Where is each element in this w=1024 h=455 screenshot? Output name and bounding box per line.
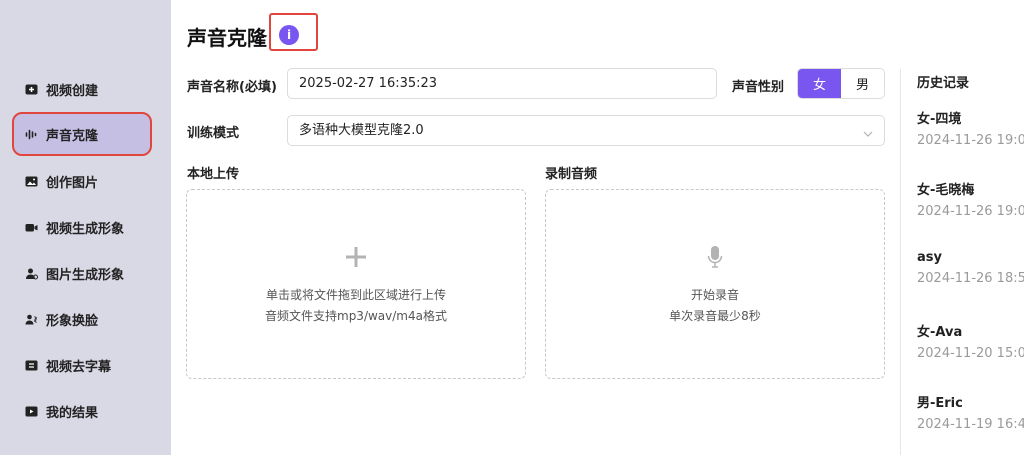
sidebar-item-label: 图片生成形象	[46, 267, 125, 283]
gender-male-button[interactable]: 男	[841, 69, 884, 98]
sidebar-item-label: 视频创建	[46, 83, 99, 99]
history-item[interactable]: 女-Ava 2024-11-20 15:06	[917, 321, 1024, 361]
sidebar-item-label: 视频生成形象	[46, 221, 125, 237]
gender-toggle: 女 男	[797, 68, 885, 99]
chevron-down-icon	[862, 125, 874, 137]
sidebar-item-video-avatar[interactable]: 视频生成形象	[14, 207, 150, 247]
face-swap-icon	[25, 313, 38, 326]
voice-name-label: 声音名称(必填)	[187, 80, 277, 95]
gender-label: 声音性别	[732, 80, 785, 95]
sidebar-item-label: 我的结果	[46, 405, 99, 421]
sidebar: 视频创建 声音克隆 创作图片 视频生成形象 图片生成形象 形象换脸 视频去字幕 …	[0, 0, 171, 455]
history-item[interactable]: 女-毛晓梅 2024-11-26 19:02	[917, 179, 1024, 219]
sidebar-item-label: 声音克隆	[46, 128, 99, 144]
sidebar-item-label: 创作图片	[46, 175, 99, 191]
image-icon	[25, 175, 38, 188]
history-item-name: 女-四境	[917, 112, 962, 127]
history-item[interactable]: 女-四境 2024-11-26 19:03	[917, 108, 1024, 148]
history-item-name: 女-Ava	[917, 325, 963, 340]
history-item-time: 2024-11-19 16:41	[917, 417, 1024, 432]
upload-label: 本地上传	[187, 167, 240, 182]
sidebar-item-voice-clone[interactable]: 声音克隆	[12, 112, 152, 156]
sidebar-item-label: 视频去字幕	[46, 359, 112, 375]
page-title: 声音克隆	[187, 26, 267, 50]
image-avatar-icon	[25, 267, 38, 280]
history-item-time: 2024-11-26 19:03	[917, 133, 1024, 148]
info-icon[interactable]: i	[279, 25, 299, 45]
training-mode-select[interactable]: 多语种大模型克隆2.0	[287, 115, 885, 146]
history-item-time: 2024-11-26 19:02	[917, 204, 1024, 219]
subtitle-remove-icon	[25, 359, 38, 372]
plus-icon	[343, 244, 369, 270]
training-mode-label: 训练模式	[187, 126, 240, 141]
training-mode-value: 多语种大模型克隆2.0	[299, 123, 424, 138]
video-avatar-icon	[25, 221, 38, 234]
sidebar-item-remove-subtitle[interactable]: 视频去字幕	[14, 345, 150, 385]
sidebar-item-create-image[interactable]: 创作图片	[14, 161, 150, 201]
upload-format-hint: 音频文件支持mp3/wav/m4a格式	[265, 309, 447, 323]
history-item-name: 男-Eric	[917, 396, 963, 411]
record-label: 录制音频	[545, 167, 598, 182]
history-item-time: 2024-11-20 15:06	[917, 346, 1024, 361]
result-icon	[25, 405, 38, 418]
sound-wave-icon	[25, 128, 38, 141]
upload-dropzone[interactable]: 单击或将文件拖到此区域进行上传 音频文件支持mp3/wav/m4a格式	[186, 189, 526, 379]
sidebar-item-face-swap[interactable]: 形象换脸	[14, 299, 150, 339]
history-panel: 历史记录 女-四境 2024-11-26 19:03 女-毛晓梅 2024-11…	[900, 69, 1024, 455]
microphone-icon	[702, 244, 728, 270]
sidebar-item-video-create[interactable]: 视频创建	[14, 69, 150, 109]
history-item-name: asy	[917, 250, 942, 265]
gender-female-button[interactable]: 女	[798, 69, 841, 98]
history-item[interactable]: asy 2024-11-26 18:59	[917, 250, 1024, 286]
history-title: 历史记录	[917, 76, 970, 91]
history-item-time: 2024-11-26 18:59	[917, 271, 1024, 286]
sidebar-item-image-avatar[interactable]: 图片生成形象	[14, 253, 150, 293]
video-add-icon	[25, 83, 38, 96]
sidebar-item-my-results[interactable]: 我的结果	[14, 391, 150, 431]
history-item-name: 女-毛晓梅	[917, 183, 975, 198]
info-highlight: i	[269, 13, 318, 51]
voice-name-input[interactable]: 2025-02-27 16:35:23	[287, 68, 717, 99]
upload-instruction: 单击或将文件拖到此区域进行上传	[265, 288, 446, 302]
history-item[interactable]: 男-Eric 2024-11-19 16:41	[917, 392, 1024, 432]
record-area[interactable]: 开始录音 单次录音最少8秒	[545, 189, 885, 379]
sidebar-item-label: 形象换脸	[46, 313, 99, 329]
record-start-text: 开始录音	[690, 288, 739, 302]
record-min-hint: 单次录音最少8秒	[669, 309, 761, 323]
main-content: 声音克隆 i 声音名称(必填) 2025-02-27 16:35:23 声音性别…	[171, 0, 1024, 455]
